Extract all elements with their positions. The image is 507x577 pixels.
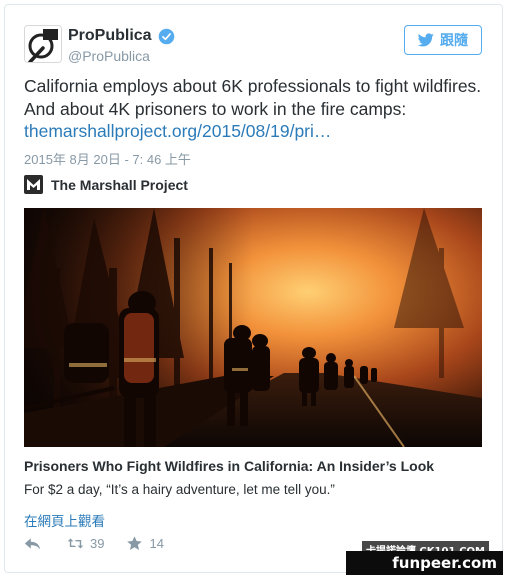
retweet-count: 39	[90, 536, 105, 551]
reply-button[interactable]	[24, 536, 41, 551]
favorite-count: 14	[149, 536, 164, 551]
verified-badge-icon	[158, 28, 174, 44]
twitter-bird-icon	[418, 33, 434, 47]
tweet-actions: 39 14	[24, 536, 164, 551]
avatar[interactable]	[24, 25, 62, 63]
card-title[interactable]: Prisoners Who Fight Wildfires in Califor…	[24, 458, 434, 474]
follow-button[interactable]: 跟隨	[404, 25, 482, 55]
wildfire-photo-image	[24, 208, 482, 447]
reply-icon	[24, 538, 41, 550]
tweet-text: California employs about 6K professional…	[24, 76, 482, 119]
view-on-web-link[interactable]: 在網頁上觀看	[24, 510, 105, 530]
user-handle[interactable]: @ProPublica	[68, 48, 150, 64]
card-source[interactable]: The Marshall Project	[24, 175, 188, 194]
marshall-project-logo-icon	[24, 175, 43, 194]
retweet-icon	[67, 538, 84, 549]
tweet-timestamp[interactable]: 2015年 8月 20日 - 7: 46 上午	[24, 149, 191, 168]
card-photo[interactable]	[24, 208, 482, 447]
star-icon	[127, 536, 143, 550]
card-source-name: The Marshall Project	[51, 176, 188, 193]
card-description: For $2 a day, “It’s a hairy adventure, l…	[24, 482, 335, 497]
retweet-button[interactable]: 39	[67, 536, 104, 551]
tweet-link[interactable]: themarshallproject.org/2015/08/19/pri…	[24, 121, 331, 142]
display-name[interactable]: ProPublica	[68, 27, 152, 45]
propublica-logo-icon	[25, 26, 61, 62]
follow-button-label: 跟隨	[440, 32, 468, 48]
tweet-card: ProPublica @ProPublica 跟隨 California emp…	[4, 4, 503, 573]
watermark-funpeer: funpeer.com	[346, 551, 503, 575]
name-row: ProPublica	[68, 27, 175, 45]
favorite-button[interactable]: 14	[126, 536, 164, 551]
